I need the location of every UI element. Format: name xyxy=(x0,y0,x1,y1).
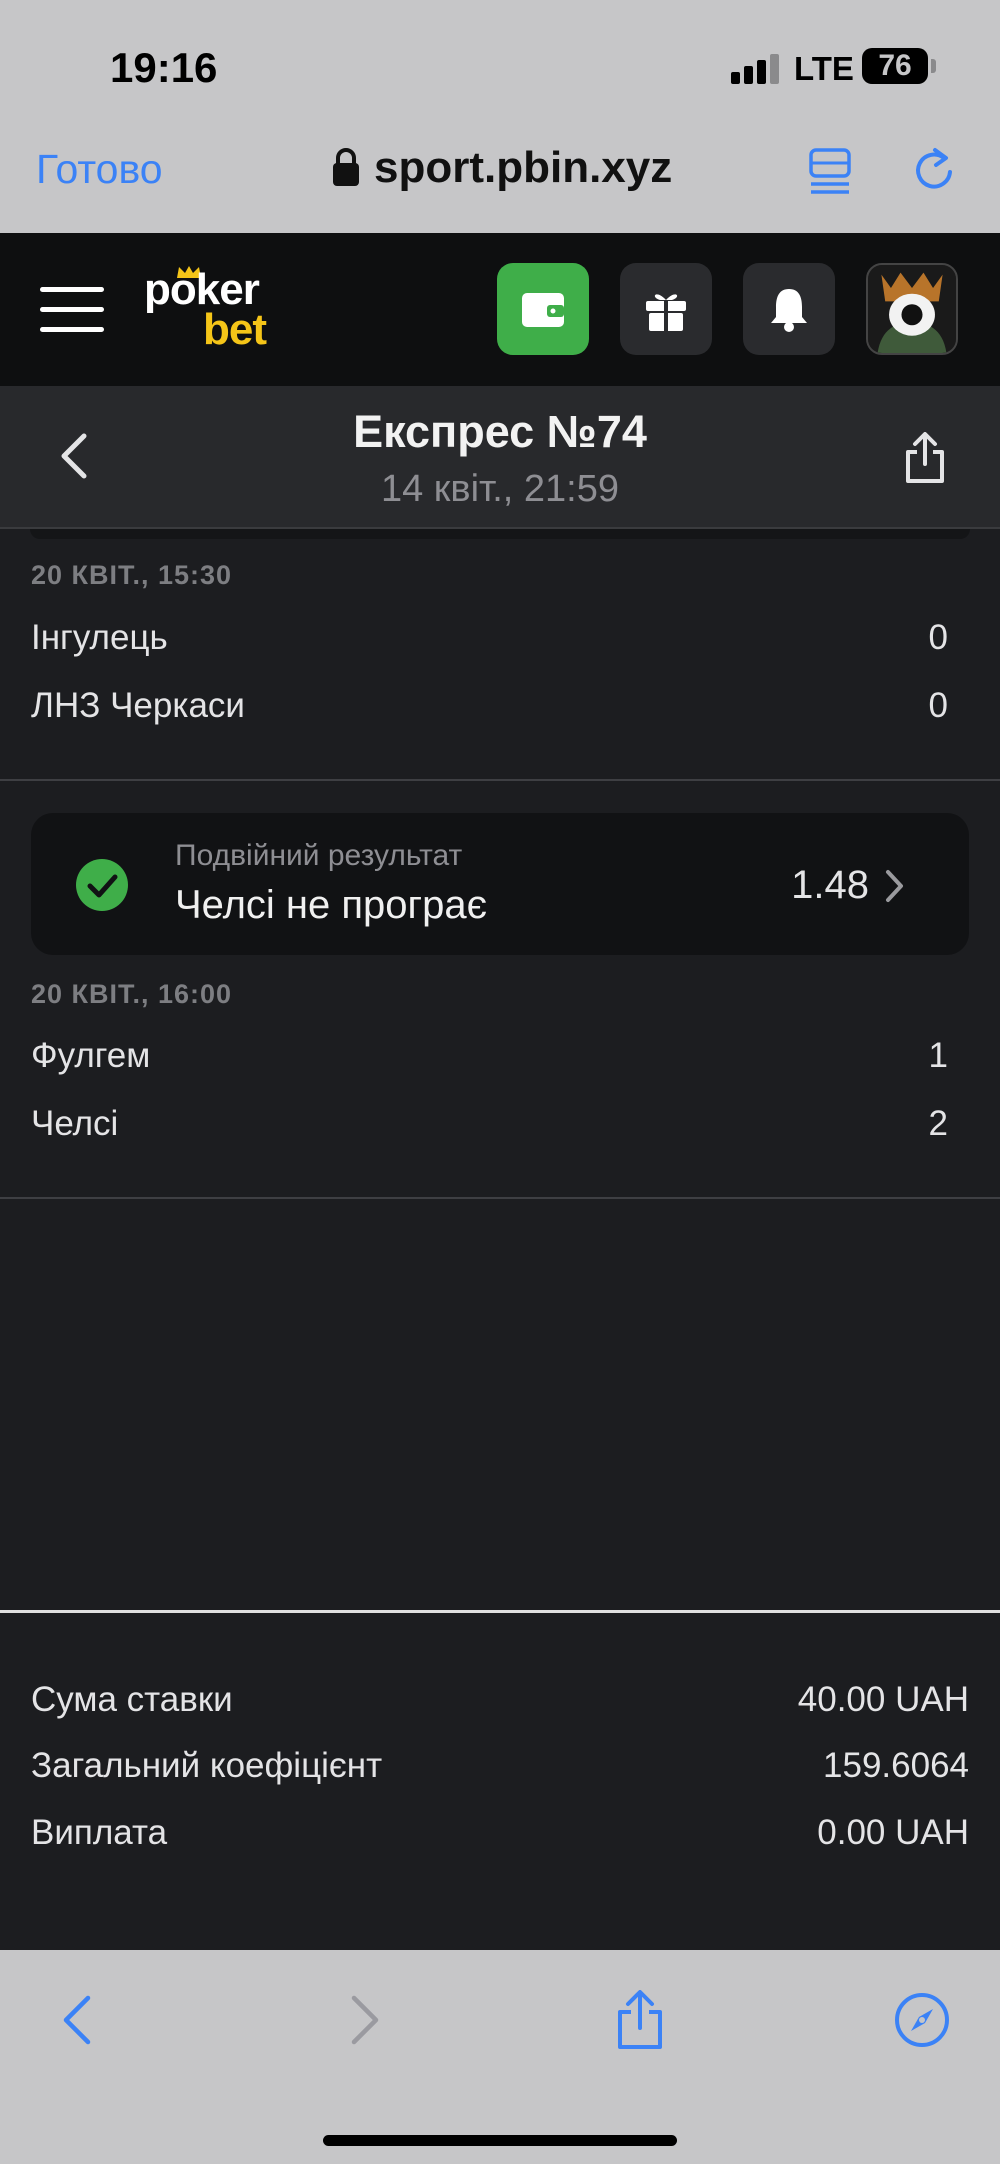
status-time: 19:16 xyxy=(110,44,218,91)
pokerbet-logo[interactable]: poker bet xyxy=(140,265,285,355)
divider xyxy=(0,1197,1000,1199)
done-button[interactable]: Готово xyxy=(36,146,163,193)
page-title: Експрес №74 xyxy=(353,406,647,457)
url-field[interactable]: sport.pbin.xyz xyxy=(374,143,672,193)
payout-label: Виплата xyxy=(31,1813,168,1852)
chevron-right-icon xyxy=(886,870,903,902)
home-indicator xyxy=(323,2135,677,2146)
odds-value: 1.48 xyxy=(791,863,869,907)
payout-value: 0.00 UAH xyxy=(817,1813,969,1852)
match-date: 20 КВІТ., 16:00 xyxy=(31,979,233,1009)
wallet-button[interactable] xyxy=(497,263,589,355)
logo-text-bet: bet xyxy=(203,305,267,354)
network-type: LTE xyxy=(794,50,854,87)
selection-label: Челсі не програє xyxy=(175,883,488,927)
wallet-icon xyxy=(522,293,564,327)
safari-bottom-toolbar xyxy=(0,1950,1000,2164)
notifications-button[interactable] xyxy=(743,263,835,355)
divider xyxy=(0,779,1000,781)
signal-icon xyxy=(731,54,781,84)
match-date: 20 КВІТ., 15:30 xyxy=(31,560,233,590)
title-bar: Експрес №74 14 квіт., 21:59 xyxy=(0,386,1000,529)
site-header: poker bet xyxy=(0,233,1000,386)
team-score: 0 xyxy=(928,686,948,725)
summary-divider xyxy=(0,1610,1000,1613)
total-odds-label: Загальний коефіцієнт xyxy=(31,1746,383,1785)
reload-icon[interactable] xyxy=(910,146,958,194)
team-score: 0 xyxy=(928,618,948,657)
browser-forward-icon[interactable] xyxy=(336,1990,392,2050)
team-name: Челсі xyxy=(31,1104,119,1143)
browser-back-icon[interactable] xyxy=(50,1990,106,2050)
team-score: 1 xyxy=(928,1036,948,1075)
avatar-image xyxy=(868,265,956,353)
team-name: Інгулець xyxy=(31,618,168,657)
stake-value: 40.00 UAH xyxy=(797,1680,969,1719)
check-circle-icon xyxy=(76,859,128,911)
team-score: 2 xyxy=(928,1104,948,1143)
battery-cap xyxy=(931,59,936,73)
market-label: Подвійний результат xyxy=(175,839,463,872)
lock-icon xyxy=(333,148,359,186)
reader-mode-icon[interactable] xyxy=(808,146,852,194)
browser-share-icon[interactable] xyxy=(612,1990,668,2050)
total-odds-value: 159.6064 xyxy=(823,1746,969,1785)
safari-top-bar: 19:16 LTE 76 Готово sport.pbin.xyz xyxy=(0,0,1000,233)
page-subtitle: 14 квіт., 21:59 xyxy=(380,468,620,510)
team-name: Фулгем xyxy=(31,1036,151,1075)
menu-icon[interactable] xyxy=(40,287,104,333)
share-icon[interactable] xyxy=(902,432,948,484)
compass-icon[interactable] xyxy=(894,1990,950,2050)
gift-icon xyxy=(646,294,686,331)
bell-icon xyxy=(771,289,807,332)
previous-bet-card-edge xyxy=(30,529,970,539)
team-name: ЛНЗ Черкаси xyxy=(31,686,245,725)
gift-button[interactable] xyxy=(620,263,712,355)
stake-label: Сума ставки xyxy=(31,1680,233,1719)
battery-icon: 76 xyxy=(862,48,928,84)
bet-selection-card[interactable]: Подвійний результат Челсі не програє 1.4… xyxy=(31,813,969,955)
avatar[interactable] xyxy=(866,263,958,355)
